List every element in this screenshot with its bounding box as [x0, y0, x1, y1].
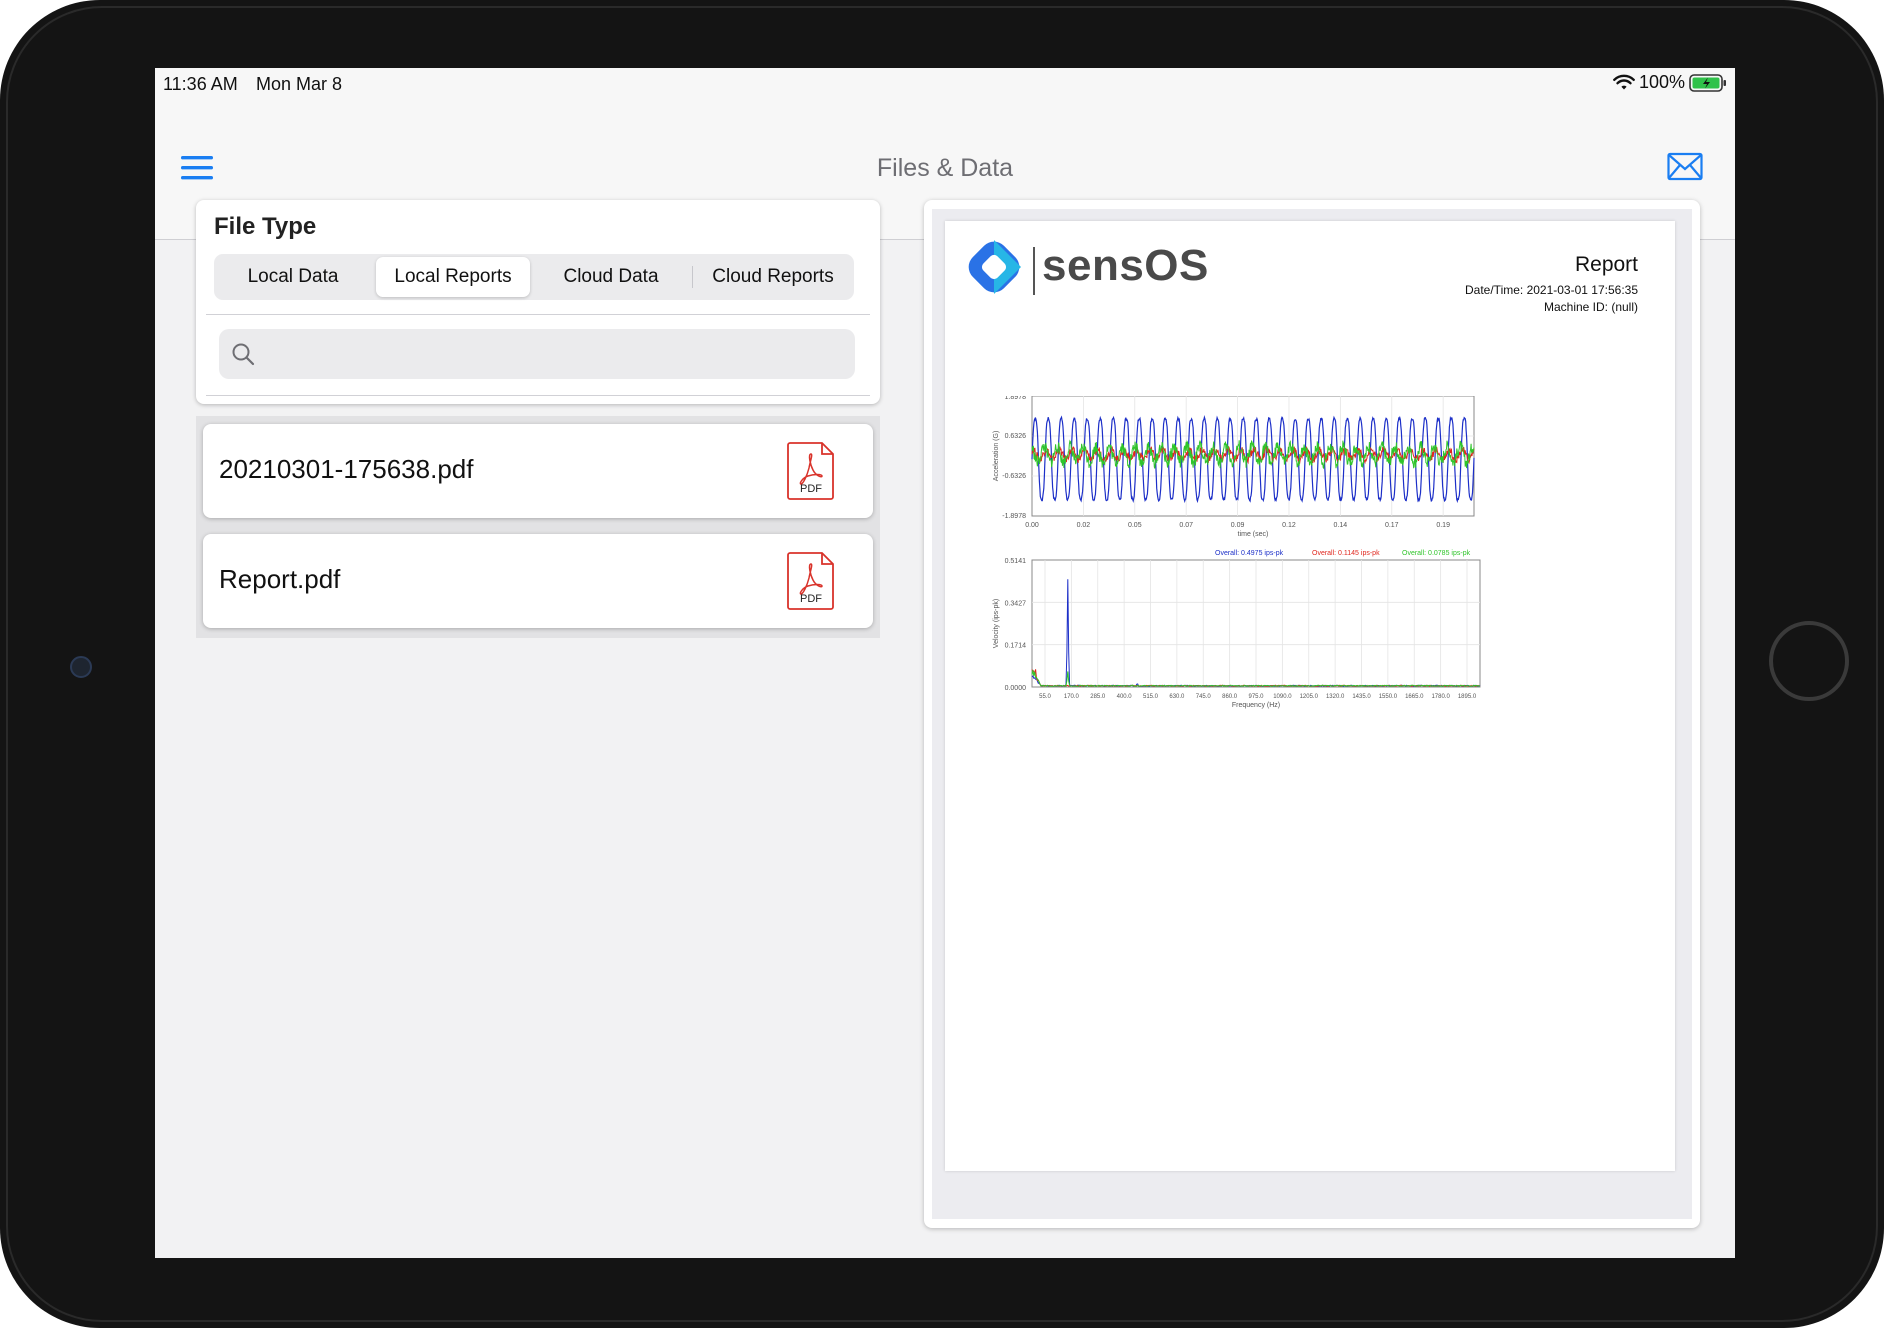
tab-cloud-reports[interactable]: Cloud Reports — [696, 257, 850, 297]
chart2-xtick-label: 1320.0 — [1326, 694, 1345, 700]
chart1-xtick-label: 0.00 — [1025, 522, 1039, 529]
chart1-ylabel: Acceleration (G) — [993, 431, 1000, 482]
page-title: Files & Data — [876, 154, 1014, 182]
report-title: Report — [1574, 253, 1638, 276]
brand-name: sensOS — [1042, 241, 1209, 290]
report-charts: 1.8978 0.6326 -0.6326 -1.8978 0.00 0.02 0.05 0.… — [993, 396, 1481, 709]
file-name: Report.pdf — [219, 564, 341, 594]
status-bar: 11:36 AM Mon Mar 8 100% — [155, 68, 1735, 102]
status-date: Mon Mar 8 — [256, 74, 343, 94]
chart2-legend-entry: Overall: 0.4975 ips-pk — [1215, 550, 1284, 557]
chart1-xlabel: time (sec) — [1238, 531, 1269, 538]
tab-cloud-data[interactable]: Cloud Data — [536, 257, 686, 297]
file-type-card: File Type Local Data Local Reports Cloud… — [196, 200, 880, 404]
file-type-title: File Type — [214, 213, 317, 240]
chart2-xtick-label: 400.0 — [1117, 694, 1133, 700]
pdf-icon: PDF — [787, 552, 834, 610]
mail-icon[interactable] — [1667, 152, 1703, 182]
chart2-xtick-label: 515.0 — [1143, 694, 1159, 700]
chart1-xtick-label: 0.07 — [1179, 522, 1193, 529]
screen: 11:36 AM Mon Mar 8 100% Files & Data Fil… — [155, 68, 1735, 1258]
chart1-ytick-label: 0.6326 — [1005, 433, 1027, 440]
pdf-icon-label: PDF — [800, 483, 822, 495]
chart2-xtick-label: 860.0 — [1222, 694, 1238, 700]
pdf-preview[interactable]: sensOS Report Date/Time: 2021-03-01 17:5… — [932, 209, 1692, 1219]
pdf-icon-label: PDF — [800, 593, 822, 605]
chart1-xtick-label: 0.05 — [1128, 522, 1142, 529]
chart2-xtick-label: 170.0 — [1064, 694, 1080, 700]
chart2-ytick-label: 0.0000 — [1005, 685, 1027, 692]
battery-percent: 100% — [1638, 72, 1685, 92]
chart1-ytick-label: -0.6326 — [1002, 473, 1026, 480]
pdf-page: sensOS Report Date/Time: 2021-03-01 17:5… — [945, 221, 1675, 1171]
chart2-xlabel: Frequency (Hz) — [1232, 702, 1280, 709]
chart1-xtick-label: 0.19 — [1436, 522, 1450, 529]
chart1-xtick-label: 0.02 — [1077, 522, 1091, 529]
chart2-xtick-label: 1550.0 — [1379, 694, 1398, 700]
chart2-legend-entry: Overall: 0.1145 ips-pk — [1312, 550, 1380, 557]
chart2-xtick-label: 745.0 — [1196, 694, 1212, 700]
chart2-xtick-label: 55.0 — [1039, 694, 1051, 700]
chart2-xtick-label: 1090.0 — [1273, 694, 1292, 700]
chart2-xtick-label: 1895.0 — [1458, 694, 1477, 700]
tab-local-reports[interactable]: Local Reports — [376, 257, 530, 297]
front-camera — [70, 656, 92, 678]
tab-local-data[interactable]: Local Data — [218, 257, 368, 297]
chart2-ytick-label: 0.1714 — [1005, 643, 1027, 650]
chart2-xtick-label: 1435.0 — [1352, 694, 1371, 700]
report-machine-id: Machine ID: (null) — [1543, 300, 1638, 314]
chart2-xtick-label: 285.0 — [1090, 694, 1106, 700]
chart2-xtick-label: 1780.0 — [1431, 694, 1450, 700]
chart2-ytick-label: 0.3427 — [1005, 600, 1027, 607]
chart1-ytick-label: 1.8978 — [1005, 396, 1027, 401]
chart2-ytick-label: 0.5141 — [1005, 558, 1027, 565]
chart2-xtick-label: 630.0 — [1169, 694, 1185, 700]
pdf-preview-card: sensOS Report Date/Time: 2021-03-01 17:5… — [924, 200, 1700, 1228]
battery-icon — [1689, 73, 1726, 92]
chart2-ylabel: Velocity (ips-pk) — [993, 599, 1000, 648]
file-name: 20210301-175638.pdf — [219, 454, 474, 484]
chart2-xtick-label: 1205.0 — [1300, 694, 1319, 700]
pdf-icon: PDF — [787, 442, 834, 500]
file-type-segmented-control: Local Data Local Reports Cloud Data Clou… — [214, 254, 854, 300]
chart2-legend-entry: Overall: 0.0785 ips-pk — [1402, 550, 1471, 557]
divider — [206, 395, 870, 396]
divider — [206, 314, 870, 315]
file-row-selected[interactable]: 20210301-175638.pdf PDF — [203, 424, 873, 518]
file-row[interactable]: Report.pdf PDF — [203, 534, 873, 628]
search-field[interactable] — [219, 329, 855, 379]
home-button[interactable] — [1769, 621, 1849, 701]
sensos-logo: sensOS — [962, 235, 1252, 299]
search-icon — [232, 343, 255, 366]
chart2-xtick-label: 1665.0 — [1405, 694, 1424, 700]
wifi-icon — [1613, 74, 1635, 89]
status-time: 11:36 AM — [163, 74, 238, 94]
sensos-logo-mark — [968, 240, 1021, 294]
chart2-xtick-label: 975.0 — [1248, 694, 1264, 700]
report-datetime: Date/Time: 2021-03-01 17:56:35 — [1465, 283, 1638, 297]
chart1-xtick-label: 0.09 — [1231, 522, 1245, 529]
segment-divider — [692, 266, 693, 288]
chart1-xtick-label: 0.17 — [1385, 522, 1399, 529]
chart1-ytick-label: -1.8978 — [1002, 513, 1026, 520]
logo-divider — [1033, 247, 1035, 295]
chart1-xtick-label: 0.14 — [1334, 522, 1348, 529]
report-meta: Date/Time: 2021-03-01 17:56:35 Machine I… — [1465, 282, 1638, 316]
status-right: 100% — [1613, 72, 1727, 93]
chart1-xtick-label: 0.12 — [1282, 522, 1296, 529]
